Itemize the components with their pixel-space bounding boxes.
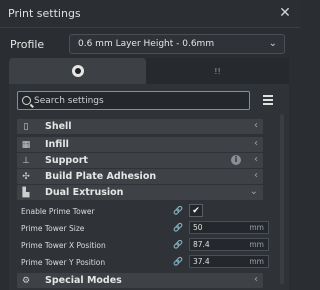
category-label: Infill — [45, 139, 69, 150]
setting-label: Prime Tower Y Position — [21, 257, 106, 267]
category-label: Dual Extrusion — [45, 187, 124, 198]
chevron-left-icon: ‹ — [254, 154, 258, 165]
profile-label: Profile — [10, 37, 45, 51]
field-value: 50 — [193, 223, 203, 232]
adhesion-icon: ✣ — [22, 171, 30, 182]
category-label: Shell — [45, 121, 72, 132]
setting-label: Enable Prime Tower — [21, 206, 95, 216]
tab-extruder-2[interactable]: !! — [146, 58, 289, 84]
infill-icon: ▦ — [21, 139, 31, 150]
special-modes-icon: ⚙ — [21, 275, 31, 286]
title-bar: Print settings ✕ — [0, 0, 300, 28]
link-icon[interactable]: 🔗 — [173, 240, 183, 249]
field-value: 37.4 — [193, 257, 210, 266]
settings-panel: ▯ Shell ‹ ▦ Infill ‹ ⊥ Support i ‹ ✣ Bui… — [9, 84, 289, 290]
prime-tower-y-input[interactable]: 37.4 mm — [189, 255, 269, 268]
search-row — [17, 91, 281, 111]
chevron-left-icon: ‹ — [254, 274, 258, 285]
category-label: Build Plate Adhesion — [45, 171, 157, 182]
setting-enable-prime-tower: Enable Prime Tower 🔗 ✔ — [21, 204, 271, 218]
search-field[interactable] — [17, 91, 250, 110]
setting-prime-tower-x: Prime Tower X Position 🔗 87.4 mm — [21, 238, 271, 252]
category-dual-extrusion[interactable]: ▙ Dual Extrusion ⌄ — [17, 185, 263, 200]
link-icon[interactable]: 🔗 — [173, 257, 183, 266]
window-title: Print settings — [8, 7, 81, 20]
close-icon[interactable]: ✕ — [278, 6, 292, 20]
category-support[interactable]: ⊥ Support i ‹ — [17, 153, 263, 168]
chevron-left-icon: ‹ — [254, 170, 258, 181]
profile-dropdown[interactable]: 0.6 mm Layer Height - 0.6mm ⌄ — [69, 34, 285, 54]
profile-value: 0.6 mm Layer Height - 0.6mm — [78, 39, 215, 49]
setting-prime-tower-y: Prime Tower Y Position 🔗 37.4 mm — [21, 255, 271, 269]
search-icon — [22, 96, 31, 105]
scrollbar[interactable] — [280, 114, 284, 284]
extruder-2-label: !! — [214, 66, 221, 76]
settings-menu-icon[interactable] — [263, 95, 273, 105]
chevron-down-icon: ⌄ — [268, 38, 277, 49]
chevron-left-icon: ‹ — [254, 138, 258, 149]
link-icon[interactable]: 🔗 — [173, 206, 183, 215]
category-label: Special Modes — [45, 275, 122, 286]
field-value: 87.4 — [193, 240, 210, 249]
extruder-icon — [71, 65, 84, 77]
category-infill[interactable]: ▦ Infill ‹ — [17, 137, 263, 152]
chevron-left-icon: ‹ — [254, 120, 258, 131]
support-icon: ⊥ — [22, 155, 30, 166]
category-shell[interactable]: ▯ Shell ‹ — [17, 119, 263, 134]
chevron-down-icon: ⌄ — [249, 186, 258, 197]
setting-prime-tower-size: Prime Tower Size 🔗 50 mm — [21, 221, 271, 235]
setting-label: Prime Tower X Position — [21, 240, 106, 250]
category-label: Support — [45, 155, 88, 166]
prime-tower-x-input[interactable]: 87.4 mm — [189, 238, 269, 251]
category-special-modes[interactable]: ⚙ Special Modes ‹ — [17, 273, 263, 288]
dual-extrusion-icon: ▙ — [22, 187, 30, 198]
field-unit: mm — [249, 240, 264, 249]
field-unit: mm — [249, 223, 264, 232]
setting-label: Prime Tower Size — [21, 223, 85, 233]
category-build-plate-adhesion[interactable]: ✣ Build Plate Adhesion ‹ — [17, 169, 263, 184]
info-icon[interactable]: i — [231, 155, 241, 165]
enable-prime-tower-checkbox[interactable]: ✔ — [189, 204, 203, 217]
shell-icon: ▯ — [23, 121, 29, 132]
profile-row: Profile 0.6 mm Layer Height - 0.6mm ⌄ — [0, 30, 300, 58]
field-unit: mm — [249, 257, 264, 266]
link-icon[interactable]: 🔗 — [173, 223, 183, 232]
search-input[interactable] — [34, 95, 234, 106]
tab-extruder-1[interactable] — [9, 58, 146, 84]
prime-tower-size-input[interactable]: 50 mm — [189, 221, 269, 234]
extruder-tabs: !! — [9, 58, 289, 84]
